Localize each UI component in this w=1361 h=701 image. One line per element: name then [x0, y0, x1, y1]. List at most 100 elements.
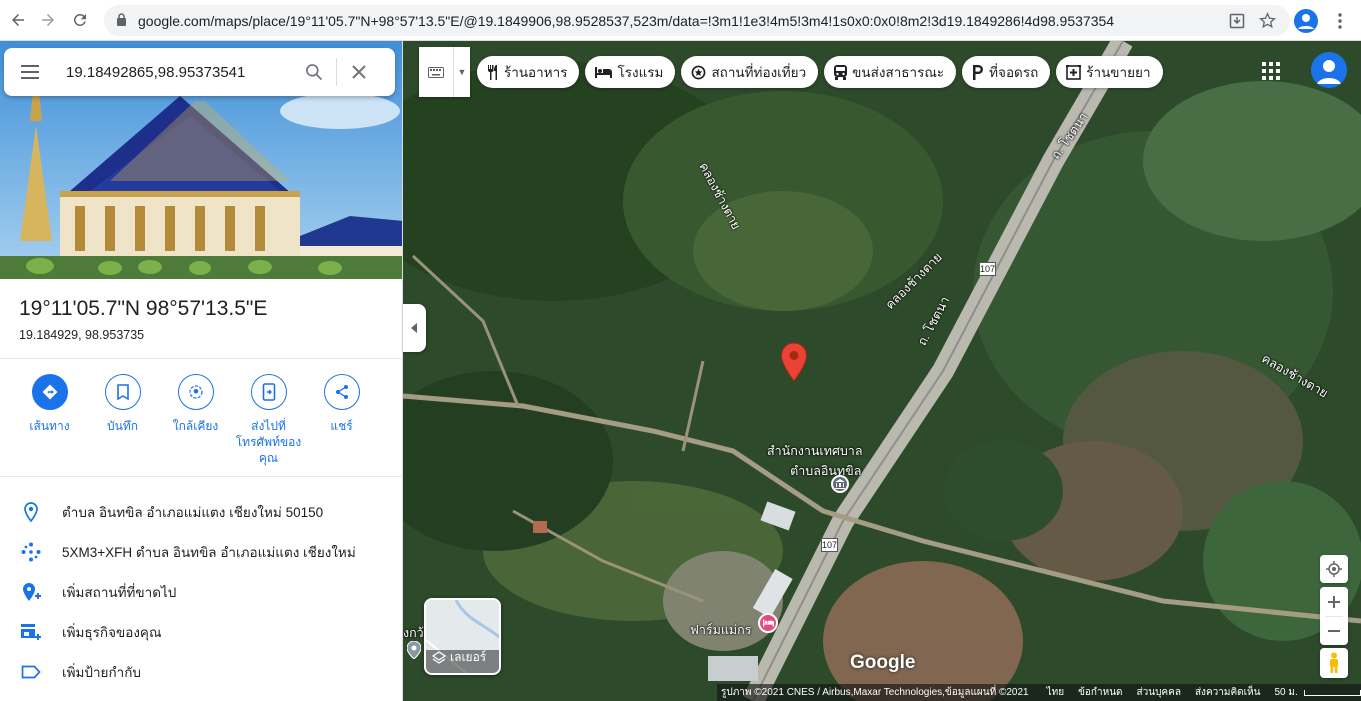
pharmacy-icon: [1066, 64, 1082, 80]
chip-transit[interactable]: ขนส่งสาธารณะ: [824, 56, 957, 88]
lock-icon: [116, 12, 130, 29]
my-location-button[interactable]: [1320, 555, 1348, 583]
chip-label: สถานที่ท่องเที่ยว: [711, 65, 807, 80]
language-link[interactable]: ไทย: [1047, 685, 1064, 700]
add-place-text: เพิ่มสถานที่ที่ขาดไป: [62, 585, 177, 600]
chip-restaurants[interactable]: ร้านอาหาร: [477, 56, 580, 88]
address-text: ตำบล อินทขิล อำเภอแม่แตง เชียงใหม่ 50150: [62, 505, 324, 520]
add-label-row[interactable]: เพิ่มป้ายกำกับ: [0, 652, 402, 692]
add-label-text: เพิ่มป้ายกำกับ: [62, 665, 141, 680]
google-apps-icon[interactable]: [1261, 61, 1283, 83]
location-pin-icon[interactable]: [780, 342, 808, 382]
layers-label: เลเยอร์: [450, 650, 487, 664]
profile-avatar[interactable]: [1291, 5, 1321, 36]
satellite-map[interactable]: ▼ ร้านอาหาร โรงแรม สถานที่ท่องเที่ยว ขนส…: [403, 41, 1361, 701]
hamburger-menu-icon[interactable]: [4, 65, 56, 79]
search-divider: [336, 58, 337, 86]
scale-label[interactable]: 50 ม.: [1274, 685, 1297, 700]
chip-pharmacies[interactable]: ร้านขายยา: [1056, 56, 1163, 88]
poi-label: สำนักงานเทศบาล: [767, 444, 863, 458]
divider: [0, 476, 402, 477]
plus-code-row[interactable]: 5XM3+XFH ตำบล อินทขิล อำเภอแม่แตง เชียงใ…: [0, 532, 402, 572]
input-tools[interactable]: ▼: [419, 47, 470, 97]
pegman-icon: [1330, 652, 1338, 673]
privacy-link[interactable]: ส่วนบุคคล: [1137, 685, 1181, 700]
google-logo: Google: [850, 652, 916, 673]
add-business-row[interactable]: เพิ่มธุรกิจของคุณ: [0, 612, 402, 652]
install-app-icon[interactable]: [1222, 5, 1252, 36]
place-decimal-coords: 19.184929, 98.953735: [19, 328, 145, 342]
zoom-out-button[interactable]: [1320, 617, 1348, 645]
label-icon: [0, 665, 62, 679]
arrow-left-icon[interactable]: [2, 4, 34, 36]
layers-label-row: เลเยอร์: [432, 648, 486, 667]
directions-button[interactable]: เส้นทาง: [13, 374, 86, 466]
poi-farm-label[interactable]: ฟาร์มแม่กร: [690, 620, 751, 640]
place-title: 19°11'05.7"N 98°57'13.5"E: [19, 297, 268, 320]
chip-label: ร้านขายยา: [1086, 65, 1151, 80]
action-label: แชร์: [330, 419, 353, 433]
plus-code-icon: [0, 542, 62, 562]
browser-toolbar: google.com/maps/place/19°11'05.7"N+98°57…: [0, 0, 1361, 41]
keyboard-icon[interactable]: [419, 66, 453, 78]
transit-icon: [834, 64, 848, 80]
attraction-icon: [691, 65, 706, 80]
route-shield: 107: [821, 538, 838, 552]
map-footer: รูปภาพ ©2021 CNES / Airbus,Maxar Technol…: [717, 684, 1361, 701]
location-pin-icon: [0, 502, 62, 522]
chip-label: โรงแรม: [617, 65, 664, 80]
zoom-controls: [1320, 587, 1348, 645]
plus-icon: [1328, 595, 1340, 608]
hotel-pin-icon[interactable]: [758, 613, 778, 633]
zoom-in-button[interactable]: [1320, 588, 1348, 616]
collapse-panel-button[interactable]: [403, 304, 426, 352]
chip-attractions[interactable]: สถานที่ท่องเที่ยว: [681, 56, 819, 88]
terms-link[interactable]: ข้อกำหนด: [1078, 685, 1122, 700]
action-label: ส่งไปที่โทรศัพท์ของคุณ: [235, 419, 302, 465]
arrow-right-icon[interactable]: [32, 4, 64, 36]
share-icon: [323, 374, 360, 410]
send-to-phone-icon: [250, 374, 287, 410]
address-bar[interactable]: google.com/maps/place/19°11'05.7"N+98°57…: [104, 5, 1290, 36]
save-button[interactable]: บันทึก: [86, 374, 159, 466]
search-icon[interactable]: [296, 54, 332, 90]
bookmark-icon: [104, 374, 141, 410]
plus-code-text: 5XM3+XFH ตำบล อินทขิล อำเภอแม่แตง เชียงใ…: [62, 545, 356, 560]
action-row: เส้นทาง บันทึก ใกล้เคียง ส่งไปที่โทรศัพท…: [13, 374, 393, 466]
minus-icon: [1328, 629, 1340, 632]
government-building-icon[interactable]: [831, 475, 849, 493]
scale-bar: [1303, 689, 1361, 696]
reload-icon[interactable]: [64, 4, 96, 36]
add-business-text: เพิ่มธุรกิจของคุณ: [62, 625, 162, 640]
star-icon[interactable]: [1252, 5, 1282, 36]
poi-municipal-office[interactable]: สำนักงานเทศบาล ตำบลอินทขิล: [767, 441, 863, 481]
layers-icon: [432, 650, 446, 665]
close-icon[interactable]: [341, 54, 377, 90]
chip-parking[interactable]: ที่จอดรถ: [962, 56, 1051, 88]
crosshair-icon: [1326, 561, 1342, 577]
send-to-phone-button[interactable]: ส่งไปที่โทรศัพท์ของคุณ: [232, 374, 305, 466]
address-row[interactable]: ตำบล อินทขิล อำเภอแม่แตง เชียงใหม่ 50150: [0, 492, 402, 532]
nearby-button[interactable]: ใกล้เคียง: [159, 374, 232, 466]
info-list: ตำบล อินทขิล อำเภอแม่แตง เชียงใหม่ 50150…: [0, 492, 402, 692]
restaurant-icon: [487, 64, 499, 80]
chip-hotels[interactable]: โรงแรม: [585, 56, 676, 88]
poi-label: ตำบลอินทขิล: [790, 464, 862, 478]
edge-label: งกว้: [403, 626, 424, 640]
layers-button[interactable]: เลเยอร์: [424, 598, 501, 675]
chevron-down-icon[interactable]: ▼: [454, 67, 470, 77]
account-avatar[interactable]: [1311, 52, 1347, 88]
gray-pin-icon[interactable]: [406, 640, 422, 660]
pegman-button[interactable]: [1320, 648, 1348, 678]
add-place-icon: [0, 582, 62, 602]
action-label: ใกล้เคียง: [172, 419, 219, 433]
add-place-row[interactable]: เพิ่มสถานที่ที่ขาดไป: [0, 572, 402, 612]
kebab-menu-icon[interactable]: [1325, 5, 1355, 36]
directions-icon: [31, 374, 68, 410]
feedback-link[interactable]: ส่งความคิดเห็น: [1195, 685, 1261, 700]
imagery-attribution: รูปภาพ ©2021 CNES / Airbus,Maxar Technol…: [721, 687, 1029, 698]
nearby-icon: [177, 374, 214, 410]
share-button[interactable]: แชร์: [305, 374, 378, 466]
search-input[interactable]: [66, 63, 296, 81]
action-label: เส้นทาง: [29, 419, 70, 433]
